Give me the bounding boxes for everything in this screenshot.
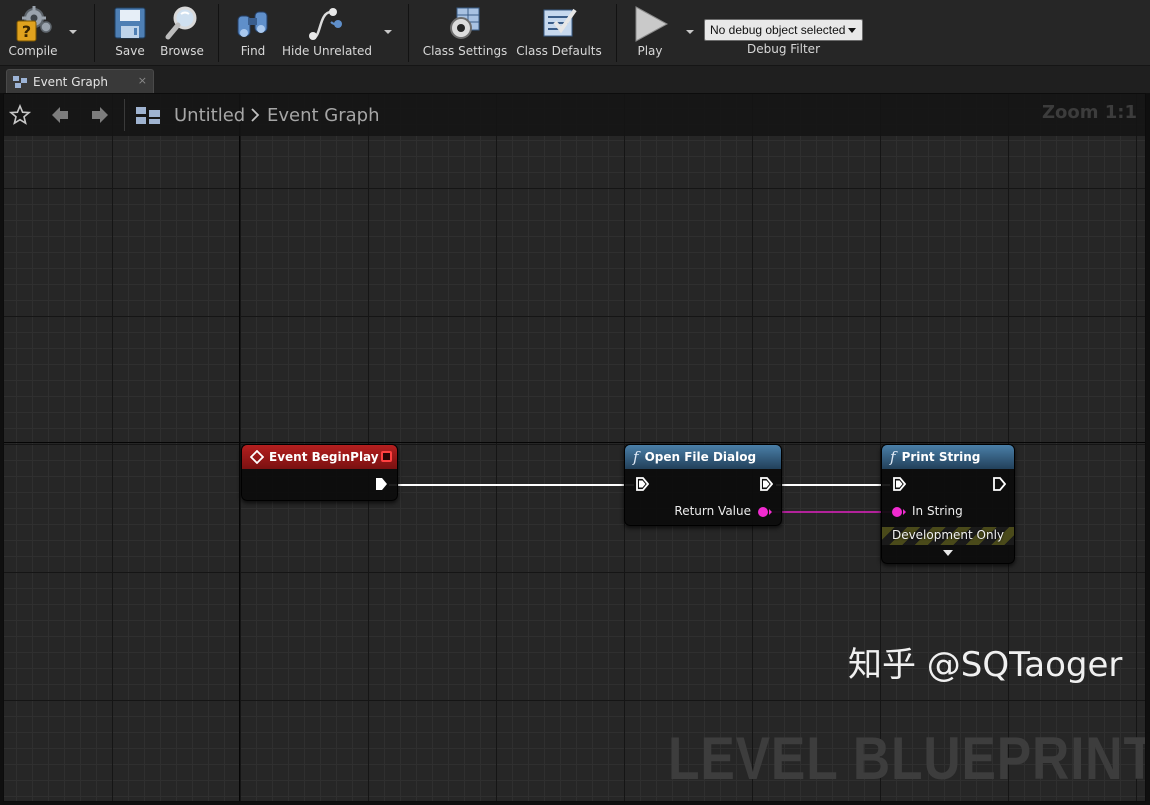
browse-label: Browse	[160, 44, 204, 58]
debug-filter-label: Debug Filter	[747, 42, 820, 56]
main-toolbar: ? Compile Save Browse Find Hide Unrelate…	[0, 0, 1150, 66]
save-button[interactable]: Save	[108, 4, 152, 62]
breadcrumb-root[interactable]: Untitled	[174, 105, 245, 126]
exec-in-pin-icon[interactable]	[892, 477, 906, 491]
node-print-string[interactable]: f Print String In String Development Onl…	[881, 444, 1015, 564]
find-button[interactable]: Find	[232, 4, 274, 62]
save-label: Save	[115, 44, 145, 58]
level-blueprint-watermark: LEVEL BLUEPRINT	[668, 725, 1146, 792]
graph-editor-canvas[interactable]: Event BeginPlay f Open File Dialog Retur…	[3, 93, 1146, 802]
node-header: Event BeginPlay	[242, 445, 397, 469]
tab-event-graph[interactable]: Event Graph ×	[6, 69, 154, 93]
compile-button[interactable]: ? Compile	[8, 4, 58, 62]
class-defaults-label: Class Defaults	[516, 44, 602, 58]
save-icon	[110, 4, 150, 44]
class-defaults-button[interactable]: Class Defaults	[516, 4, 602, 62]
back-arrow-icon[interactable]	[50, 105, 70, 125]
class-settings-label: Class Settings	[422, 44, 508, 58]
return-value-pin-label: Return Value	[674, 504, 751, 518]
node-title: Event BeginPlay	[269, 450, 379, 464]
debug-filter-dropdown[interactable]: No debug object selected	[704, 19, 863, 41]
zoom-level: Zoom 1:1	[1041, 102, 1137, 123]
hide-unrelated-button[interactable]: Hide Unrelated	[282, 4, 372, 62]
graph-breadcrumb-bar: Untitled Event Graph Zoom 1:1	[4, 94, 1145, 136]
debug-filter-value: No debug object selected	[710, 23, 846, 37]
event-graph-icon	[136, 107, 160, 124]
in-string-pin-label: In String	[912, 504, 963, 518]
chevron-right-icon	[251, 108, 260, 122]
toolbar-divider	[218, 4, 219, 62]
star-icon[interactable]	[9, 104, 31, 126]
breadcrumb-current: Event Graph	[267, 105, 380, 126]
play-label: Play	[637, 44, 663, 58]
node-header: f Open File Dialog	[625, 445, 781, 469]
exec-out-pin-icon[interactable]	[992, 477, 1006, 491]
compile-options-chevron-down-icon[interactable]	[69, 30, 77, 34]
node-event-beginplay[interactable]: Event BeginPlay	[241, 444, 398, 501]
toolbar-divider	[94, 4, 95, 62]
class-settings-button[interactable]: Class Settings	[422, 4, 508, 62]
browse-button[interactable]: Browse	[158, 4, 206, 62]
development-only-label: Development Only	[891, 528, 1005, 542]
play-button[interactable]: Play	[626, 4, 674, 62]
tab-label: Event Graph	[33, 74, 108, 89]
hide-unrelated-icon	[307, 4, 347, 44]
magnifier-icon	[162, 4, 202, 44]
exec-out-pin-icon[interactable]	[759, 477, 773, 491]
string-in-pin-icon[interactable]	[891, 505, 907, 519]
delegate-pin-icon[interactable]	[381, 451, 392, 462]
node-title: Open File Dialog	[644, 450, 757, 464]
event-diamond-icon	[250, 450, 264, 464]
development-only-banner: Development Only	[882, 527, 1014, 545]
close-icon[interactable]: ×	[138, 74, 147, 87]
node-header: f Print String	[882, 445, 1014, 469]
svg-text:?: ?	[22, 22, 31, 41]
compile-label: Compile	[8, 44, 58, 58]
play-options-chevron-down-icon[interactable]	[686, 30, 694, 34]
find-label: Find	[240, 44, 266, 58]
event-graph-icon	[13, 75, 27, 88]
toolbar-divider	[616, 4, 617, 62]
play-icon	[630, 4, 670, 44]
graph-origin-horizontal-line	[4, 442, 1145, 443]
chevron-down-icon	[848, 28, 856, 33]
document-tab-bar: Event Graph ×	[0, 66, 1150, 93]
credit-watermark: 知乎 @SQTaoger	[848, 645, 1123, 685]
toolbar-divider	[408, 4, 409, 62]
compile-icon: ?	[13, 4, 53, 44]
string-out-pin-icon[interactable]	[757, 505, 773, 519]
class-defaults-icon	[539, 4, 579, 44]
hide-unrelated-chevron-down-icon[interactable]	[384, 30, 392, 34]
node-title: Print String	[901, 450, 981, 464]
function-icon: f	[633, 448, 639, 466]
binoculars-icon	[233, 4, 273, 44]
node-open-file-dialog[interactable]: f Open File Dialog Return Value	[624, 444, 782, 526]
expand-advanced-chevron-down-icon[interactable]	[942, 549, 954, 557]
forward-arrow-icon[interactable]	[90, 105, 110, 125]
hide-unrelated-label: Hide Unrelated	[282, 44, 373, 58]
class-settings-icon	[445, 4, 485, 44]
function-icon: f	[890, 448, 896, 466]
exec-in-pin-icon[interactable]	[635, 477, 649, 491]
graph-origin-vertical-line	[239, 94, 240, 801]
exec-out-pin-icon[interactable]	[374, 477, 388, 491]
breadcrumb-divider	[124, 99, 125, 131]
